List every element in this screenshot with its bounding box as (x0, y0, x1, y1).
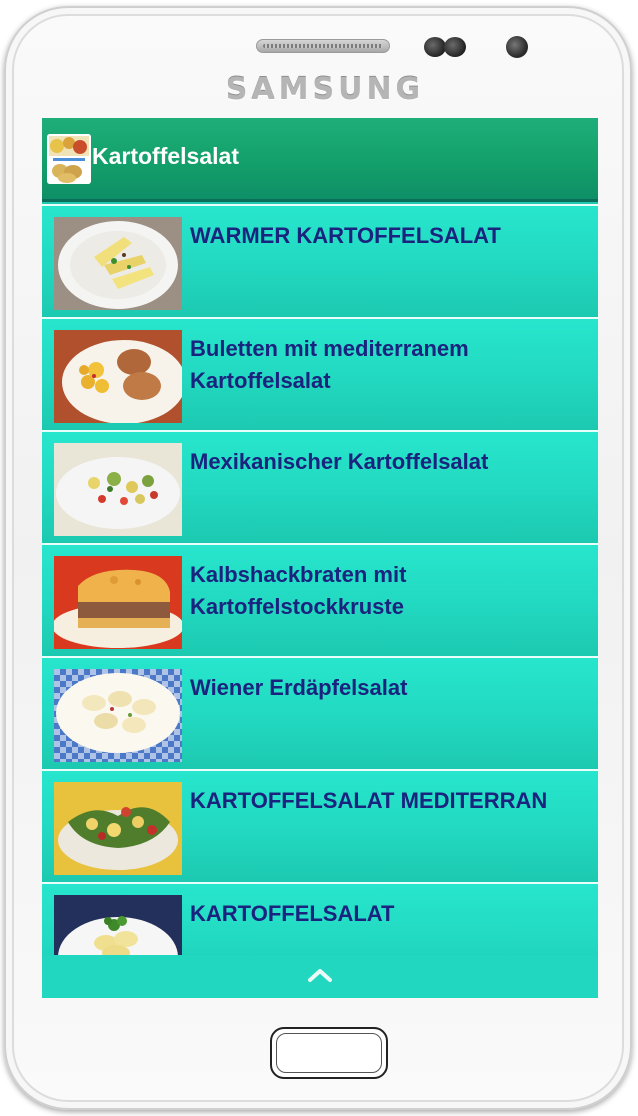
list-item[interactable]: Wiener Erdäpfelsalat (42, 656, 598, 769)
recipe-title: KARTOFFELSALAT (190, 901, 395, 926)
recipe-title: Wiener Erdäpfelsalat (190, 675, 408, 700)
app-bar: Kartoffelsalat (42, 118, 598, 202)
list-item[interactable]: Kalbshackbraten mit Kartoffelstockkruste (42, 543, 598, 656)
app-title: Kartoffelsalat (92, 143, 239, 169)
list-item[interactable]: KARTOFFELSALAT MEDITERRAN (42, 769, 598, 882)
front-camera (506, 36, 528, 58)
warm-potato-salad-photo (54, 217, 182, 310)
app-screen: Kartoffelsalat WARMER KARTOFFELSALAT Bul… (42, 118, 598, 998)
list-item[interactable]: WARMER KARTOFFELSALAT (42, 204, 598, 317)
list-item[interactable]: Buletten mit mediterranem Kartoffelsalat (42, 317, 598, 430)
list-item[interactable]: Mexikanischer Kartoffelsalat (42, 430, 598, 543)
mediterranean-potato-salad-photo (54, 782, 182, 875)
footer-bar (42, 955, 598, 998)
recipe-title: KARTOFFELSALAT MEDITERRAN (190, 788, 548, 813)
device-brand-logo: SAMSUNG (225, 72, 425, 107)
earpiece-speaker (256, 39, 390, 53)
recipe-title: Mexikanischer Kartoffelsalat (190, 449, 489, 474)
veal-meatloaf-photo (54, 556, 182, 649)
recipe-title: Kalbshackbraten mit Kartoffelstockkruste (190, 562, 407, 619)
recipe-title: WARMER KARTOFFELSALAT (190, 223, 501, 248)
proximity-sensor (424, 37, 446, 57)
meatballs-potato-salad-photo (54, 330, 182, 423)
viennese-potato-salad-photo (54, 669, 182, 762)
mexican-potato-salad-photo (54, 443, 182, 536)
potato-salad-app-icon (47, 134, 91, 184)
chevron-up-icon[interactable] (308, 967, 332, 983)
recipe-title: Buletten mit mediterranem Kartoffelsalat (190, 336, 469, 393)
home-button[interactable] (270, 1027, 388, 1079)
light-sensor (444, 37, 466, 57)
recipe-list[interactable]: WARMER KARTOFFELSALAT Buletten mit medit… (42, 204, 598, 995)
